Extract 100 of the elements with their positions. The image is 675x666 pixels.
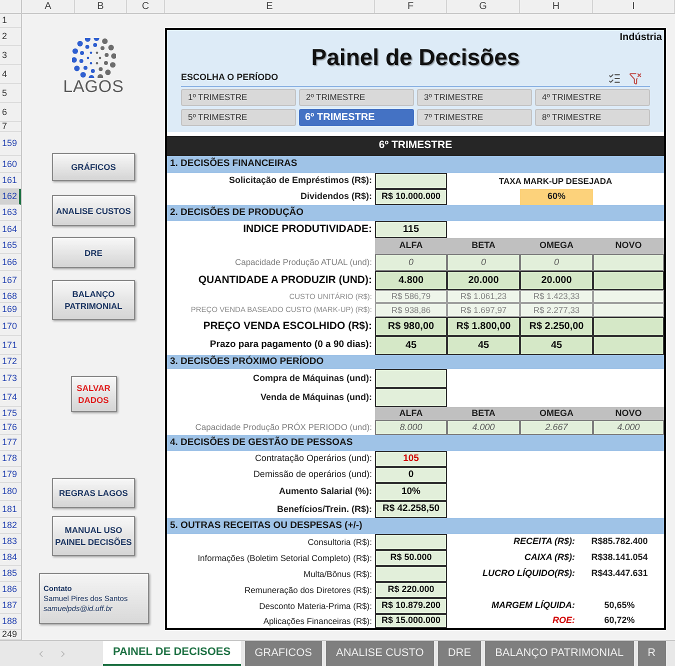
rules-button[interactable]: REGRAS LAGOS <box>52 478 135 508</box>
period-button[interactable]: 2º TRIMESTRE <box>299 89 414 106</box>
result-value: 60,72% <box>604 614 635 628</box>
section-heading: 1. DECISÕES FINANCEIRAS <box>167 156 664 173</box>
column-heading: OMEGA <box>520 407 593 420</box>
row-header[interactable]: 167 <box>0 271 21 290</box>
result-value: R$85.782.400 <box>591 535 648 548</box>
period-button[interactable]: 3º TRIMESTRE <box>417 89 532 106</box>
row-label: Prazo para pagamento (0 a 90 dias): <box>210 338 372 352</box>
value-cell: R$ 2.250,00 <box>520 317 593 336</box>
row-header[interactable]: 1 <box>0 14 21 28</box>
panel-title: Painel de Decisões <box>311 42 520 72</box>
row-label: Informações (Boletim Setorial Completo) (R$): <box>198 552 372 564</box>
result-value: R$43.447.631 <box>591 567 648 580</box>
value-cell <box>593 336 664 355</box>
markup-label: TAXA MARK-UP DESEJADA <box>498 174 612 188</box>
value-cell <box>593 271 664 290</box>
row-header[interactable]: 172 <box>0 355 21 369</box>
value-cell <box>593 317 664 336</box>
column-header[interactable]: E <box>266 0 273 14</box>
result-value: 50,65% <box>604 599 635 612</box>
row-header[interactable]: 7 <box>0 122 21 132</box>
row-header[interactable]: 173 <box>0 369 21 388</box>
period-button[interactable]: 1º TRIMESTRE <box>181 89 296 106</box>
row-header[interactable]: 179 <box>0 467 21 483</box>
period-button[interactable]: 4º TRIMESTRE <box>535 89 650 106</box>
column-header[interactable]: I <box>632 0 635 14</box>
column-header[interactable]: H <box>552 0 560 14</box>
period-button[interactable]: 6º TRIMESTRE <box>299 109 414 126</box>
row-header[interactable]: 175 <box>0 407 21 420</box>
manual-button[interactable]: MANUAL USO PAINEL DECISÕES <box>52 516 135 556</box>
column-header[interactable]: F <box>407 0 414 14</box>
value-cell: R$ 980,00 <box>375 317 447 336</box>
row-header[interactable]: 169 <box>0 303 21 317</box>
value-cell: R$ 220.000 <box>375 582 447 598</box>
row-header[interactable]: 171 <box>0 336 21 355</box>
multi-select-icon[interactable] <box>608 72 621 84</box>
value-cell: R$ 586,79 <box>375 290 447 303</box>
row-header[interactable]: 182 <box>0 518 21 534</box>
nav-button[interactable]: BALANÇO PATRIMONIAL <box>52 280 135 320</box>
row-header[interactable]: 186 <box>0 582 21 598</box>
nav-button[interactable]: GRÁFICOS <box>52 153 135 181</box>
row-header[interactable]: 160 <box>0 156 21 173</box>
row-header[interactable]: 165 <box>0 238 21 254</box>
result-label: LUCRO LÍQUIDO(R$): <box>482 567 575 580</box>
row-label: INDICE PRODUTIVIDADE: <box>243 222 372 237</box>
column-header[interactable]: A <box>44 0 52 14</box>
value-cell: 45 <box>447 336 520 355</box>
row-header[interactable]: 162 <box>0 189 21 205</box>
sheet-tab[interactable]: PAINEL DE DECISOES <box>103 641 241 666</box>
column-header[interactable]: B <box>97 0 104 14</box>
period-button[interactable]: 8º TRIMESTRE <box>535 109 650 126</box>
period-button[interactable]: 5º TRIMESTRE <box>181 109 296 126</box>
row-header[interactable]: 159 <box>0 132 21 156</box>
row-header[interactable]: 170 <box>0 317 21 336</box>
row-header[interactable]: 180 <box>0 483 21 501</box>
column-header[interactable]: G <box>479 0 487 14</box>
row-header[interactable]: 185 <box>0 566 21 582</box>
value-cell: 45 <box>375 336 447 355</box>
value-cell: 105 <box>375 451 447 467</box>
row-label: Demissão de operários (und): <box>253 468 372 482</box>
column-header[interactable]: C <box>142 0 150 14</box>
section-heading: 4. DECISÕES DE GESTÃO DE PESSOAS <box>167 435 664 451</box>
row-header[interactable]: 184 <box>0 550 21 566</box>
row-header[interactable]: 163 <box>0 205 21 221</box>
save-button[interactable]: SALVAR DADOS <box>70 376 116 412</box>
row-header[interactable]: 176 <box>0 420 21 435</box>
row-header[interactable]: 3 <box>0 46 21 65</box>
clear-filter-icon[interactable] <box>629 72 642 84</box>
row-label: Contratação Operários (und): <box>254 452 372 466</box>
value-cell: R$ 938,86 <box>375 303 447 317</box>
value-cell <box>375 566 447 582</box>
row-header[interactable]: 174 <box>0 388 21 407</box>
row-header[interactable]: 168 <box>0 290 21 303</box>
row-header[interactable]: 166 <box>0 254 21 271</box>
result-value: R$38.141.054 <box>591 551 648 564</box>
row-header[interactable]: 187 <box>0 598 21 614</box>
row-label: QUANTIDADE A PRODUZIR (UND): <box>198 272 372 288</box>
row-label: Solicitação de Empréstimos (R$): <box>228 174 372 188</box>
row-header[interactable]: 5 <box>0 84 21 103</box>
row-label: Benefícios/Trein. (R$): <box>276 502 372 516</box>
nav-button[interactable]: ANALISE CUSTOS <box>52 195 135 226</box>
row-header[interactable]: 181 <box>0 501 21 518</box>
value-cell: R$ 10.000.000 <box>375 189 447 205</box>
nav-button[interactable]: DRE <box>52 237 135 268</box>
value-cell: R$ 1.800,00 <box>447 317 520 336</box>
industry-label: Indústria <box>620 31 662 45</box>
row-header[interactable]: 4 <box>0 65 21 84</box>
row-header[interactable]: 164 <box>0 221 21 238</box>
column-heading: BETA <box>447 238 520 254</box>
row-header[interactable]: 6 <box>0 103 21 122</box>
row-header[interactable]: 188 <box>0 614 21 630</box>
row-header[interactable]: 178 <box>0 451 21 467</box>
period-button[interactable]: 7º TRIMESTRE <box>417 109 532 126</box>
result-label: RECEITA (R$): <box>514 535 575 548</box>
row-header[interactable]: 183 <box>0 534 21 550</box>
section-heading: 5. OUTRAS RECEITAS OU DESPESAS (+/-) <box>167 518 664 534</box>
value-cell: 20.000 <box>447 271 520 290</box>
row-header[interactable]: 177 <box>0 435 21 451</box>
row-header[interactable]: 2 <box>0 28 21 46</box>
